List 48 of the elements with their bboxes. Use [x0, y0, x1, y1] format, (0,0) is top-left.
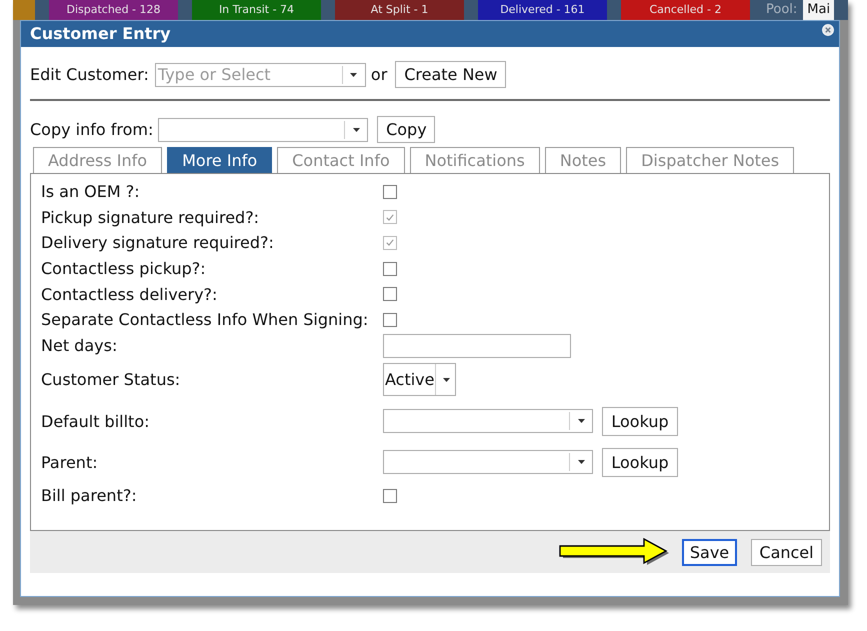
close-icon[interactable]	[822, 24, 834, 36]
pool-value: Mai	[803, 0, 834, 20]
caret-icon	[578, 460, 584, 464]
lookup-button[interactable]: Lookup	[602, 448, 678, 477]
cancel-button[interactable]: Cancel	[751, 538, 822, 566]
field-label: Contactless pickup?:	[41, 259, 207, 278]
lookup-combo-field[interactable]	[383, 409, 593, 434]
field-label: Bill parent?:	[41, 486, 138, 506]
caret-icon	[350, 72, 358, 76]
lookup-combo-field[interactable]	[383, 450, 593, 474]
pool-label: Pool:	[766, 1, 798, 19]
field-label: Customer Status:	[41, 370, 182, 390]
save-button[interactable]: Save	[682, 538, 737, 566]
create-new-button[interactable]: Create New	[395, 61, 506, 88]
field-label: Net days:	[41, 336, 118, 356]
caret-icon	[578, 419, 584, 424]
text-field[interactable]	[383, 334, 571, 358]
field-label: Pickup signature required?:	[41, 208, 260, 227]
dialog-title: Customer Entry	[30, 23, 171, 45]
tab[interactable]: More Info	[167, 147, 272, 173]
status-filter-button[interactable]: Dispatched - 128	[49, 0, 178, 20]
field-label: Contactless delivery?:	[41, 284, 218, 304]
or-label: or	[370, 65, 388, 84]
status-filter-button[interactable]: Delivered - 161	[478, 0, 607, 20]
checkbox[interactable]	[383, 312, 397, 327]
field-label: Separate Contactless Info When Signing:	[41, 310, 370, 330]
caret-icon	[352, 128, 360, 132]
status-filter-button[interactable]: In Transit - 74	[192, 0, 321, 20]
checkbox[interactable]	[383, 488, 397, 503]
field-label: Parent:	[41, 452, 99, 472]
checkbox[interactable]	[383, 184, 397, 199]
status-filter-button[interactable]: Cancelled - 2	[621, 0, 750, 20]
status-filter-button[interactable]: At Split - 1	[335, 0, 464, 20]
lookup-button[interactable]: Lookup	[602, 406, 678, 436]
checkbox[interactable]	[383, 262, 397, 276]
copy-info-label: Copy info from:	[30, 120, 154, 139]
status-select[interactable]: Active	[383, 363, 456, 396]
field-label: Is an OEM ?:	[41, 182, 141, 202]
field-label: Default billto:	[41, 412, 150, 431]
check-icon	[386, 239, 394, 246]
field-label: Delivery signature required?:	[41, 233, 275, 252]
copy-from-combo-field[interactable]	[158, 118, 368, 142]
checkbox[interactable]	[383, 287, 397, 302]
check-icon	[386, 214, 394, 221]
arrow-icon	[559, 538, 671, 566]
copy-button[interactable]: Copy	[377, 116, 436, 143]
caret-icon	[443, 378, 450, 382]
edit-customer-label: Edit Customer:	[30, 65, 149, 84]
